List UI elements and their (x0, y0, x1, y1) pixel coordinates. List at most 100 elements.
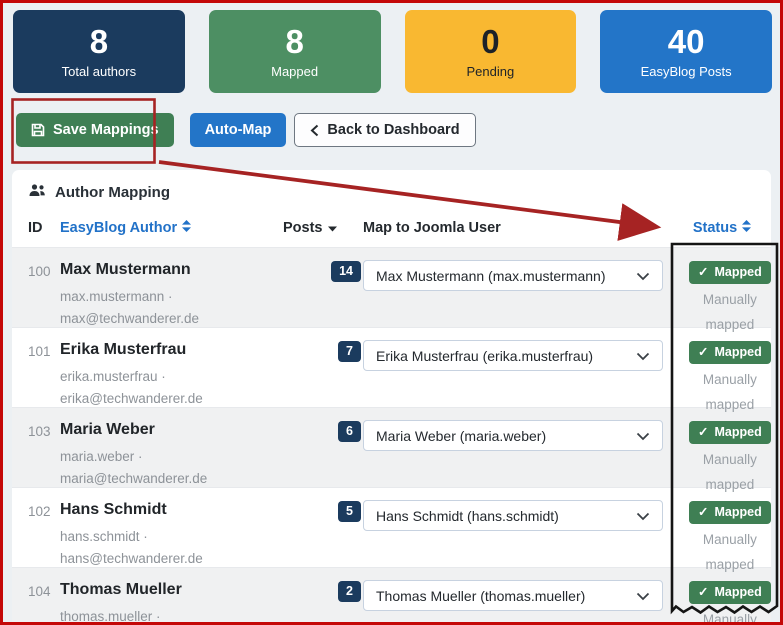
author-username-email: maria.weber · maria@techwanderer.de (60, 446, 283, 490)
author-name: Thomas Mueller (60, 581, 283, 599)
chevron-down-icon (636, 268, 650, 284)
table-row: 101 Erika Musterfrau erika.musterfrau · … (12, 327, 771, 407)
author-username-email: erika.musterfrau · erika@techwanderer.de (60, 366, 283, 410)
status-badge: ✓ Mapped (689, 581, 771, 604)
save-mappings-label: Save Mappings (53, 122, 159, 138)
stat-label: EasyBlog Posts (641, 64, 732, 79)
check-icon: ✓ (698, 585, 708, 600)
users-icon (28, 184, 46, 201)
posts-cell: 14 (283, 261, 363, 282)
table-header-row: ID EasyBlog Author Posts Map to Joomla U… (12, 210, 771, 247)
author-id: 101 (28, 341, 60, 359)
chevron-down-icon (636, 428, 650, 444)
author-username-email: thomas.mueller · thomas@techwanderer.de (60, 606, 283, 625)
stat-label: Mapped (271, 64, 318, 79)
status-cell: ✓ Mapped Manually mapped (675, 261, 771, 338)
map-cell: Max Mustermann (max.mustermann) (363, 261, 675, 291)
author-cell: Thomas Mueller thomas.mueller · thomas@t… (60, 581, 283, 625)
author-id: 104 (28, 581, 60, 599)
author-mapping-screen: 8 Total authors 8 Mapped 0 Pending 40 Ea… (0, 0, 783, 625)
status-badge: ✓ Mapped (689, 341, 771, 364)
chevron-down-icon (636, 348, 650, 364)
save-icon (31, 123, 45, 137)
column-header-posts[interactable]: Posts (283, 220, 363, 236)
column-header-status[interactable]: Status (675, 220, 755, 236)
stat-card-pending: 0 Pending (405, 10, 577, 93)
stat-value: 0 (481, 24, 499, 60)
status-badge: ✓ Mapped (689, 501, 771, 524)
table-row: 100 Max Mustermann max.mustermann · max@… (12, 247, 771, 327)
status-cell: ✓ Mapped Manually mapped (675, 341, 771, 418)
stats-row: 8 Total authors 8 Mapped 0 Pending 40 Ea… (13, 10, 772, 93)
save-mappings-button[interactable]: Save Mappings (16, 113, 174, 147)
card-title-text: Author Mapping (55, 184, 170, 201)
author-name: Hans Schmidt (60, 501, 283, 519)
status-badge: ✓ Mapped (689, 261, 771, 284)
sort-icon (742, 220, 751, 236)
stat-card-easyblog-posts: 40 EasyBlog Posts (600, 10, 772, 93)
column-header-map: Map to Joomla User (363, 220, 675, 236)
stat-value: 40 (668, 24, 705, 60)
check-icon: ✓ (698, 265, 708, 280)
check-icon: ✓ (698, 505, 708, 520)
sort-icon (182, 220, 191, 236)
author-cell: Max Mustermann max.mustermann · max@tech… (60, 261, 283, 330)
author-username-email: hans.schmidt · hans@techwanderer.de (60, 526, 283, 570)
table-row: 103 Maria Weber maria.weber · maria@tech… (12, 407, 771, 487)
stat-card-mapped: 8 Mapped (209, 10, 381, 93)
author-cell: Hans Schmidt hans.schmidt · hans@techwan… (60, 501, 283, 570)
check-icon: ✓ (698, 425, 708, 440)
selected-user: Thomas Mueller (thomas.mueller) (376, 588, 585, 604)
map-cell: Erika Musterfrau (erika.musterfrau) (363, 341, 675, 371)
card-title: Author Mapping (12, 170, 771, 210)
back-to-dashboard-label: Back to Dashboard (327, 122, 459, 138)
author-id: 102 (28, 501, 60, 519)
toolbar: Save Mappings Auto-Map Back to Dashboard (16, 113, 476, 147)
joomla-user-select[interactable]: Erika Musterfrau (erika.musterfrau) (363, 340, 663, 371)
status-note: Manually mapped (694, 368, 766, 418)
map-cell: Hans Schmidt (hans.schmidt) (363, 501, 675, 531)
author-cell: Erika Musterfrau erika.musterfrau · erik… (60, 341, 283, 410)
table-row: 104 Thomas Mueller thomas.mueller · thom… (12, 567, 771, 625)
stat-value: 8 (285, 24, 303, 60)
caret-down-icon (328, 220, 337, 236)
map-cell: Thomas Mueller (thomas.mueller) (363, 581, 675, 611)
posts-cell: 5 (283, 501, 363, 522)
status-badge: ✓ Mapped (689, 421, 771, 444)
author-cell: Maria Weber maria.weber · maria@techwand… (60, 421, 283, 490)
author-id: 103 (28, 421, 60, 439)
author-name: Maria Weber (60, 421, 283, 439)
column-header-author[interactable]: EasyBlog Author (60, 220, 283, 236)
status-cell: ✓ Mapped Manually mapped (675, 421, 771, 498)
posts-cell: 2 (283, 581, 363, 602)
posts-count-badge: 2 (338, 581, 361, 602)
posts-count-badge: 5 (338, 501, 361, 522)
status-cell: ✓ Mapped Manually mapped (675, 581, 771, 625)
column-header-id: ID (28, 220, 60, 236)
posts-count-badge: 7 (338, 341, 361, 362)
map-cell: Maria Weber (maria.weber) (363, 421, 675, 451)
selected-user: Erika Musterfrau (erika.musterfrau) (376, 348, 593, 364)
author-id: 100 (28, 261, 60, 279)
selected-user: Hans Schmidt (hans.schmidt) (376, 508, 559, 524)
posts-count-badge: 6 (338, 421, 361, 442)
joomla-user-select[interactable]: Hans Schmidt (hans.schmidt) (363, 500, 663, 531)
status-cell: ✓ Mapped Manually mapped (675, 501, 771, 578)
posts-cell: 7 (283, 341, 363, 362)
joomla-user-select[interactable]: Thomas Mueller (thomas.mueller) (363, 580, 663, 611)
posts-count-badge: 14 (331, 261, 361, 282)
stat-label: Total authors (62, 64, 136, 79)
back-to-dashboard-button[interactable]: Back to Dashboard (294, 113, 475, 147)
chevron-left-icon (310, 124, 319, 137)
chevron-down-icon (636, 588, 650, 604)
joomla-user-select[interactable]: Max Mustermann (max.mustermann) (363, 260, 663, 291)
author-mapping-card: Author Mapping ID EasyBlog Author Posts … (12, 170, 771, 625)
author-username-email: max.mustermann · max@techwanderer.de (60, 286, 283, 330)
auto-map-button[interactable]: Auto-Map (190, 113, 287, 147)
author-name: Max Mustermann (60, 261, 283, 279)
auto-map-label: Auto-Map (205, 122, 272, 138)
posts-cell: 6 (283, 421, 363, 442)
joomla-user-select[interactable]: Maria Weber (maria.weber) (363, 420, 663, 451)
stat-card-total-authors: 8 Total authors (13, 10, 185, 93)
stat-value: 8 (90, 24, 108, 60)
